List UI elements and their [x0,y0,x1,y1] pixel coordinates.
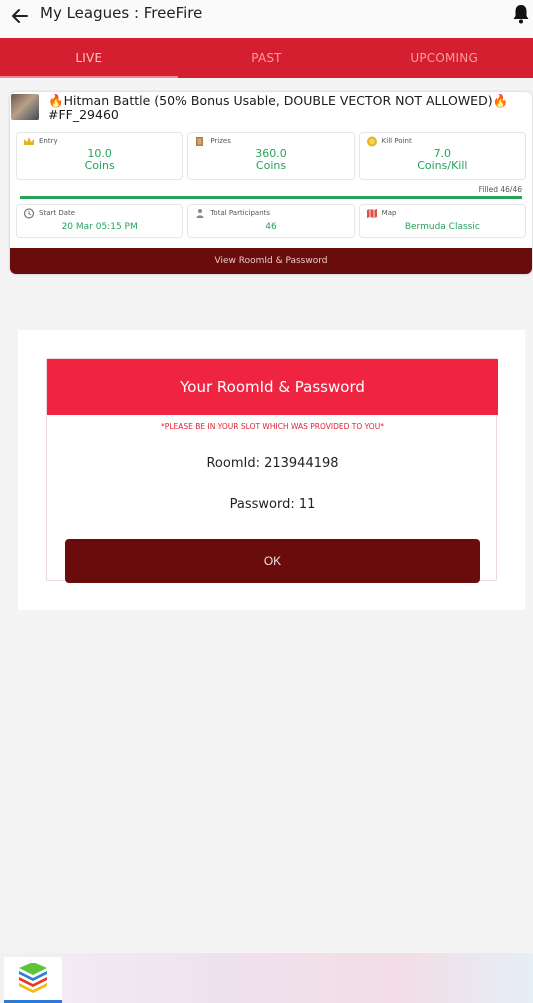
prizes-unit: Coins [255,159,287,172]
room-id-text: RoomId: 213944198 [206,456,339,471]
fire-icon: 🔥 [48,93,64,108]
app-stack-icon [19,962,47,993]
tab-upcoming[interactable]: UPCOMING [355,38,533,78]
fire-icon: 🔥 [492,93,509,108]
entry-box: Entry 10.0 Coins [16,132,184,180]
participants-label: Total Participants [210,209,271,217]
kill-point-unit: Coins/Kill [417,159,468,172]
league-tabs: LIVE PAST UPCOMING [0,38,533,78]
kill-point-box: Kill Point 7.0 Coins/Kill [358,132,526,180]
arrow-left-icon[interactable] [10,6,30,26]
league-details-row: Start Date 20 Mar 05:15 PM Total Partici… [16,204,526,238]
bluestacks-app-button[interactable] [4,957,62,1003]
participants-box: Total Participants 46 [187,204,355,238]
start-date-value: 20 Mar 05:15 PM [61,222,138,232]
dialog-title: Your RoomId & Password [47,359,498,415]
map-box: Map Bermuda Classic [358,204,526,238]
entry-label: Entry [39,137,58,145]
clock-icon [23,208,35,219]
kill-point-label: Kill Point [381,137,412,145]
map-icon [366,209,377,218]
league-thumbnail [11,94,39,120]
app-bar: My Leagues : FreeFire [0,0,533,38]
filled-text: Filled 46/46 [478,185,522,194]
crown-icon [24,137,34,145]
prizes-box: Prizes 360.0 Coins [187,132,355,180]
person-icon [196,209,204,218]
tab-past[interactable]: PAST [178,38,356,78]
tab-live[interactable]: LIVE [0,38,178,78]
prize-icon [196,137,204,146]
league-code: #FF_29460 [48,107,119,122]
start-date-label: Start Date [39,209,76,217]
bell-icon[interactable] [512,4,530,24]
prizes-label: Prizes [210,137,231,145]
entry-unit: Coins [84,159,115,172]
league-card[interactable]: 🔥Hitman Battle (50% Bonus Usable, DOUBLE… [10,92,532,274]
coin-icon [366,136,377,147]
taskbar [0,953,533,1003]
ok-button[interactable]: OK [65,539,480,583]
participants-value: 46 [265,222,277,232]
dialog-content: Your RoomId & Password *PLEASE BE IN YOU… [46,358,498,583]
filled-progress-bar [20,196,522,199]
map-value: Bermuda Classic [404,222,480,232]
slot-warning-note: *PLEASE BE IN YOUR SLOT WHICH WAS PROVID… [161,422,384,431]
start-date-box: Start Date 20 Mar 05:15 PM [16,204,184,238]
roomid-password-dialog: Your RoomId & Password *PLEASE BE IN YOU… [18,330,525,610]
league-title: 🔥Hitman Battle (50% Bonus Usable, DOUBLE… [48,93,509,122]
password-text: Password: 11 [229,497,316,512]
view-roomid-password-button[interactable]: View RoomId & Password [10,248,532,274]
filled-progress-fill [20,196,522,199]
map-label: Map [381,209,397,217]
league-stats-row: Entry 10.0 Coins Prizes 360.0 Coins Kill… [16,132,526,180]
page-title: My Leagues : FreeFire [40,4,203,22]
